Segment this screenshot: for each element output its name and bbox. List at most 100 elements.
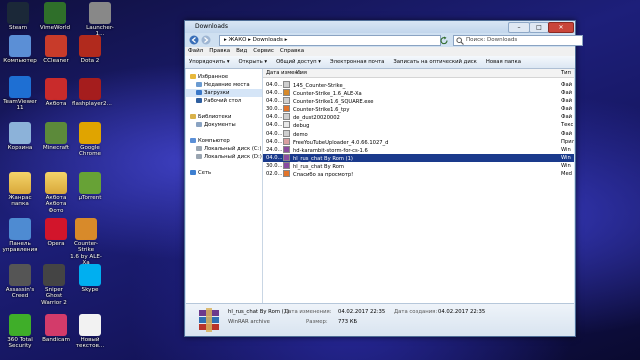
desktop-icon-image <box>79 264 101 286</box>
menu-item[interactable]: Вид <box>236 48 247 54</box>
minimize-button[interactable]: – <box>508 22 530 33</box>
desktop-icon[interactable]: Assassin's Creed <box>2 264 38 300</box>
menu-item[interactable]: Сервис <box>253 48 274 54</box>
back-arrow-icon[interactable] <box>189 35 199 45</box>
file-icon <box>283 137 290 145</box>
nav-item-label: Загрузки <box>204 90 230 96</box>
desktop-icon[interactable]: Bandicam <box>38 314 74 343</box>
forward-arrow-icon[interactable] <box>201 35 211 45</box>
file-icon <box>283 81 290 88</box>
desktop-icon[interactable]: Counter-Strike 1.6 by ALE-Xa <box>68 218 104 267</box>
navigation-pane[interactable]: Избранное Недавние места Загрузки Рабочий с… <box>186 69 263 303</box>
maximize-button[interactable]: □ <box>529 22 549 33</box>
toolbar-button[interactable]: Новая папка <box>486 59 521 65</box>
toolbar-button[interactable]: Электронная почта <box>330 59 384 65</box>
desktop-icon-label: VimeWorld <box>39 25 71 31</box>
file-row[interactable]: 04.0... FreeYouTubeUploader_4.0.66.1027_d… <box>263 137 574 146</box>
title-bar[interactable]: Downloads – □ ✕ <box>185 21 575 33</box>
desktop-icon[interactable]: Жанрас папка <box>2 172 38 208</box>
file-row[interactable]: 02.0... Спасибо за просмотр! Med <box>263 170 574 178</box>
desktop-icon-label: μTorrent <box>78 195 102 201</box>
file-row[interactable]: 04.0... de_dust20020002 Фай <box>263 113 574 121</box>
file-row[interactable]: 04.0... Counter-Strike_1.6_ALE-Xa Фай <box>263 89 574 97</box>
address-input[interactable]: ▸ ЖАКО ▸ Downloads ▸ <box>219 35 441 46</box>
file-icon <box>283 97 290 105</box>
nav-item[interactable]: Документы <box>186 121 262 129</box>
file-row[interactable]: 30.0... Counter-Strike1.6_tpy Фай <box>263 105 574 113</box>
nav-item[interactable]: Сеть <box>186 169 262 177</box>
file-row[interactable]: 04.0... hl_rus_chat By Rom (1) Win <box>263 153 574 162</box>
menu-item[interactable]: Справка <box>280 48 304 54</box>
file-type: Текс <box>561 122 574 129</box>
desktop-icon[interactable]: CCleaner <box>38 35 74 64</box>
desktop-icon[interactable]: Google Chrome <box>72 122 108 158</box>
nav-item[interactable]: Локальный диск (C:) <box>186 145 262 153</box>
desktop-icon-image <box>9 218 31 240</box>
desktop-icon[interactable]: Акбота Акбота Фото <box>38 172 74 214</box>
desktop-icon[interactable]: Новый текстов... <box>72 314 108 350</box>
desktop-icon-image <box>79 35 101 57</box>
desktop-icon-image <box>79 122 101 144</box>
desktop-icon[interactable]: TeamViewer 11 <box>2 76 38 112</box>
desktop-icon[interactable]: Minecraft <box>38 122 74 151</box>
toolbar-button[interactable]: Общий доступ ▾ <box>276 59 321 65</box>
toolbar-button[interactable]: Открыть ▾ <box>239 59 268 65</box>
file-icon <box>283 145 290 153</box>
desktop-icon[interactable]: Steam <box>0 2 36 31</box>
desktop-icon[interactable]: 360 Total Security <box>2 314 38 350</box>
column-name[interactable]: Имя <box>296 69 307 77</box>
refresh-icon[interactable] <box>439 36 449 45</box>
desktop-icon-image <box>43 264 65 286</box>
desktop-icon[interactable]: Sniper Ghost Warrior 2 <box>36 264 72 306</box>
nav-item-label: Компьютер <box>198 138 230 144</box>
nav-item-icon <box>196 98 202 103</box>
command-bar: Упорядочить ▾ Открыть ▾ Общий доступ ▾ Элек… <box>185 56 575 69</box>
explorer-window[interactable]: Downloads – □ ✕ ▸ ЖАКО ▸ Downloads ▸ Пои… <box>184 20 583 337</box>
details-size: 773 КБ <box>338 319 358 325</box>
search-input[interactable]: Поиск: Downloads <box>453 35 583 46</box>
file-row[interactable]: 04.0... Counter-Strike1.6_SQUARE.exe Фай <box>263 97 574 105</box>
file-date: 04.0... <box>266 114 283 121</box>
desktop-icon[interactable]: VimeWorld <box>37 2 73 31</box>
menu-item[interactable]: Файл <box>188 48 203 54</box>
desktop-icon[interactable]: Launcher-1... <box>82 2 118 38</box>
column-type[interactable]: Тип <box>561 69 571 77</box>
nav-item-label: Недавние места <box>204 82 250 88</box>
desktop-icon-label: Акбота Акбота Фото <box>45 195 67 214</box>
toolbar-button[interactable]: Упорядочить ▾ <box>189 59 230 65</box>
nav-item[interactable]: Библиотеки <box>186 113 262 121</box>
file-name-cell: Спасибо за просмотр! <box>283 170 553 179</box>
desktop-icon-label: Skype <box>81 287 99 293</box>
nav-item <box>186 161 262 169</box>
desktop-icon[interactable]: Панель управления <box>2 218 38 254</box>
desktop-icon[interactable]: μTorrent <box>72 172 108 201</box>
nav-item[interactable]: Избранное <box>186 73 262 81</box>
menu-item[interactable]: Правка <box>209 48 230 54</box>
nav-item[interactable]: Компьютер <box>186 137 262 145</box>
toolbar-button[interactable]: Записать на оптический диск <box>393 59 477 65</box>
file-row[interactable]: 04.0... 145_Counter-Strike_ Фай <box>263 81 574 89</box>
nav-item[interactable]: Рабочий стол <box>186 97 262 105</box>
file-icon <box>283 105 290 113</box>
file-list[interactable]: Дата измен... Имя Тип 04.0... 145_Counter… <box>263 69 574 303</box>
file-icon <box>283 153 290 161</box>
close-button[interactable]: ✕ <box>548 22 574 33</box>
desktop-icon[interactable]: Акбота <box>38 78 74 107</box>
desktop-icon-label: Counter-Strike 1.6 by ALE-Xa <box>70 241 102 266</box>
desktop-icon[interactable]: Компьютер <box>2 35 38 64</box>
file-row[interactable]: 04.0... debug Текс <box>263 121 574 129</box>
nav-item[interactable]: Загрузки <box>186 89 262 97</box>
desktop-icon-label: TeamViewer 11 <box>3 99 37 112</box>
desktop-icon[interactable]: Skype <box>72 264 108 293</box>
desktop-icon[interactable]: Корзина <box>2 122 38 151</box>
file-row[interactable]: 24.0... hd-karambit-storm-for-cs-1.6 Win <box>263 145 574 154</box>
nav-item[interactable]: Недавние места <box>186 81 262 89</box>
nav-item-icon <box>190 114 196 119</box>
desktop-icon[interactable]: flashplayer2... <box>72 78 112 107</box>
file-name: hl_rus_chat By Rom <box>293 163 344 170</box>
nav-item[interactable]: Локальный диск (D:) <box>186 153 262 161</box>
file-row[interactable]: 04.0... demo Фай <box>263 129 574 138</box>
file-row[interactable]: 30.0... hl_rus_chat By Rom Win <box>263 161 574 170</box>
desktop-icon-label: Google Chrome <box>79 145 101 158</box>
desktop-icon[interactable]: Dota 2 <box>72 35 108 64</box>
